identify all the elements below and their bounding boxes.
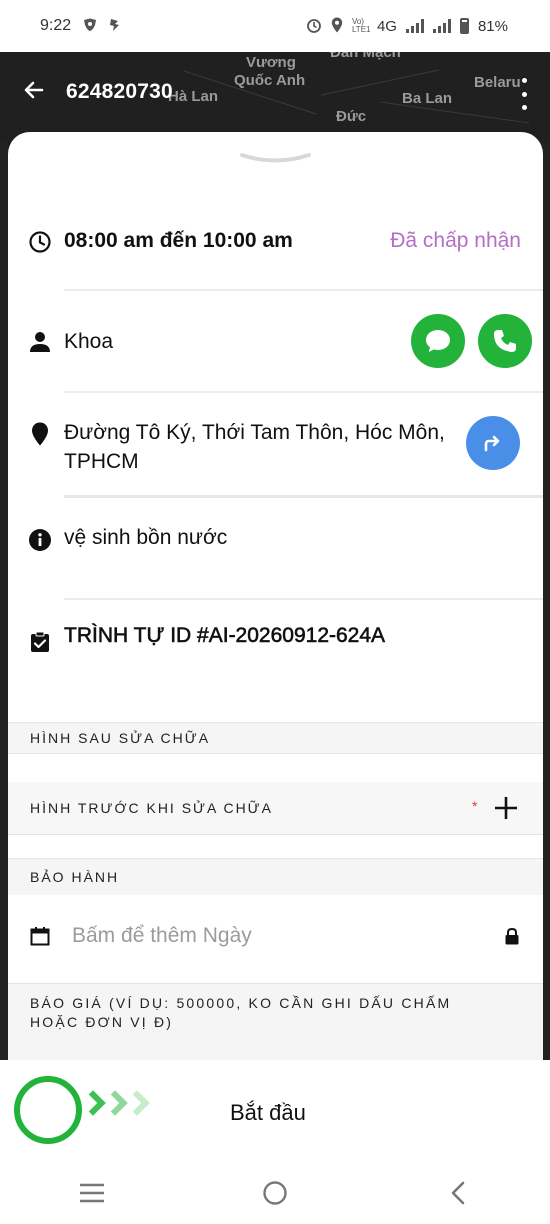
- map-edge-left: [0, 142, 8, 1060]
- address-row: Đường Tô Ký, Thới Tam Thôn, Hóc Môn, TPH…: [8, 414, 543, 484]
- battery-icon: [459, 18, 469, 34]
- map-label-vuong: Vương: [246, 54, 296, 71]
- sequence-row: TRÌNH TỰ ID #AI-20260912-624A: [8, 622, 543, 662]
- sequence-id: TRÌNH TỰ ID #AI-20260912-624A: [64, 624, 386, 648]
- required-mark: *: [472, 798, 478, 814]
- clipboard-check-icon: [28, 630, 52, 654]
- directions-button[interactable]: [466, 416, 520, 470]
- after-repair-header: HÌNH SAU SỬA CHỮA: [8, 723, 543, 753]
- network-type: 4G: [376, 17, 397, 35]
- chevron-left-icon: [452, 1181, 465, 1205]
- address-text: Đường Tô Ký, Thới Tam Thôn, Hóc Môn, TPH…: [64, 421, 445, 473]
- add-photo-button[interactable]: [492, 794, 520, 822]
- more-options-button[interactable]: [514, 78, 534, 110]
- page-title: 624820730: [66, 80, 173, 103]
- lock-icon: [504, 927, 520, 950]
- warranty-date-placeholder: Bấm để thêm Ngày: [72, 924, 252, 947]
- map-label-ha-lan: Hà Lan: [168, 88, 219, 105]
- before-repair-row[interactable]: HÌNH TRƯỚC KHI SỬA CHỮA: [8, 782, 543, 834]
- sheet-handle-icon[interactable]: [238, 152, 313, 166]
- call-button[interactable]: [478, 314, 532, 368]
- status-bar: 9:22 Vo) LTE1 4G 81%: [0, 0, 550, 52]
- customer-name: Khoa: [64, 330, 114, 353]
- map-label-ba-lan: Ba Lan: [402, 90, 453, 107]
- warranty-header: BẢO HÀNH: [8, 859, 543, 895]
- map-label-dan-mach: Đan Mạch: [330, 52, 401, 61]
- map-label-quoc-anh: Quốc Anh: [234, 72, 306, 89]
- person-icon: [28, 330, 52, 354]
- shield-icon: [83, 18, 97, 35]
- customer-row: Khoa: [8, 310, 543, 372]
- quote-header: BÁO GIÁ (VÍ DỤ: 500000, KO CẦN GHI DẤU C…: [8, 984, 543, 1060]
- time-range: 08:00 am đến 10:00 am: [64, 229, 293, 252]
- description-row: vệ sinh bồn nước: [8, 522, 543, 562]
- job-description: vệ sinh bồn nước: [64, 526, 228, 549]
- system-back-button[interactable]: [428, 1168, 488, 1218]
- menu-lines-icon: [79, 1183, 104, 1203]
- more-vertical-icon: [521, 78, 527, 83]
- alarm-icon: [306, 17, 322, 36]
- system-nav-bar: [0, 1162, 550, 1224]
- phone-icon: [494, 330, 516, 352]
- before-repair-label: HÌNH TRƯỚC KHI SỬA CHỮA: [30, 800, 273, 816]
- job-detail-sheet: 08:00 am đến 10:00 am Đã chấp nhận Khoa …: [8, 132, 543, 1060]
- arrow-left-icon: [24, 81, 44, 99]
- location-pin-icon: [28, 422, 52, 446]
- clock-icon: [28, 230, 52, 254]
- message-button[interactable]: [411, 314, 465, 368]
- app-notification-icon: [109, 18, 121, 35]
- start-job-slider[interactable]: Bắt đầu: [0, 1060, 550, 1162]
- plus-icon: [495, 797, 517, 819]
- battery-percent: 81%: [477, 17, 508, 35]
- warranty-date-field[interactable]: Bấm để thêm Ngày: [8, 895, 543, 983]
- info-icon: [28, 528, 52, 552]
- chevron-right-icon-3: [124, 1090, 150, 1116]
- slider-handle[interactable]: [14, 1076, 82, 1144]
- signal-icon-2: [432, 19, 451, 33]
- signal-icon: [405, 19, 424, 33]
- map-label-duc: Đức: [336, 108, 367, 125]
- back-button[interactable]: [18, 74, 50, 106]
- recent-apps-button[interactable]: [62, 1168, 122, 1218]
- volte-label: Vo) LTE1: [351, 17, 371, 34]
- time-row: 08:00 am đến 10:00 am Đã chấp nhận: [8, 222, 543, 262]
- home-button[interactable]: [245, 1168, 305, 1218]
- map-background: Vương Quốc Anh Hà Lan Ba Lan Đức Belaru …: [0, 52, 550, 142]
- directions-arrow-icon: [484, 435, 500, 452]
- status-time: 9:22: [40, 17, 72, 34]
- status-badge: Đã chấp nhận: [390, 229, 521, 252]
- home-circle-icon: [263, 1181, 287, 1205]
- chat-bubble-icon: [426, 330, 450, 352]
- location-icon: [331, 17, 343, 36]
- calendar-icon: [30, 926, 50, 951]
- start-label: Bắt đầu: [230, 1100, 306, 1125]
